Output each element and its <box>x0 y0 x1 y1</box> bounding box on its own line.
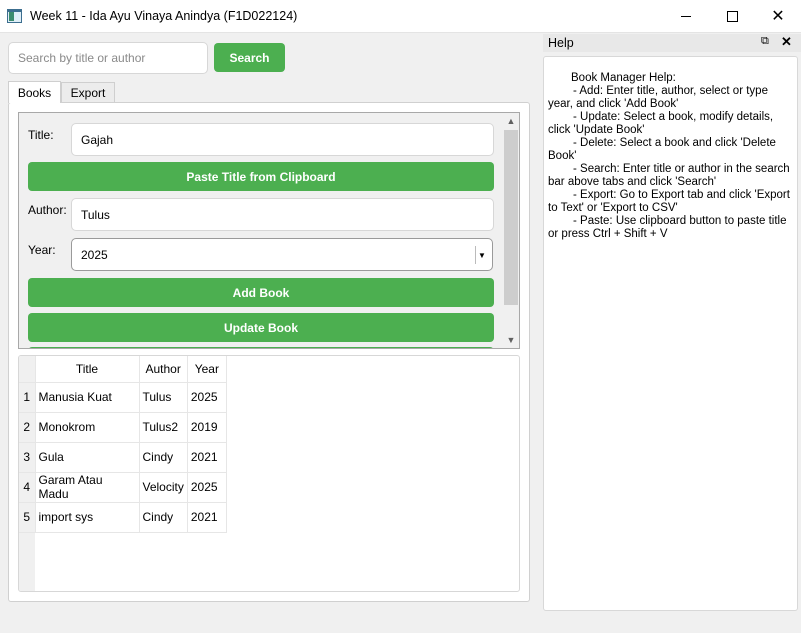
add-book-button[interactable]: Add Book <box>28 278 494 307</box>
help-line: - Add: Enter title, author, select or ty… <box>548 85 768 110</box>
app-icon <box>7 9 22 23</box>
form-scrollbar[interactable]: ▲ ▼ <box>503 113 519 348</box>
minimize-button[interactable] <box>663 0 709 33</box>
update-book-button[interactable]: Update Book <box>28 313 494 342</box>
cell-title[interactable]: Manusia Kuat <box>35 382 140 413</box>
help-line: - Search: Enter title or author in the s… <box>548 163 790 188</box>
table-row[interactable]: 1 Manusia Kuat Tulus 2025 <box>19 382 227 413</box>
cell-title[interactable]: Gula <box>35 442 140 473</box>
cell-year[interactable]: 2021 <box>187 502 227 533</box>
year-select[interactable]: 2025 ▼ <box>71 238 493 271</box>
help-line: Book Manager Help: <box>571 72 676 84</box>
scroll-up-icon[interactable]: ▲ <box>503 113 519 129</box>
close-dock-icon[interactable]: ✕ <box>781 34 792 50</box>
table-row[interactable]: 3 Gula Cindy 2021 <box>19 442 227 473</box>
cell-author[interactable]: Tulus <box>139 382 188 413</box>
tab-export[interactable]: Export <box>61 82 115 103</box>
cell-author[interactable]: Cindy <box>139 502 188 533</box>
book-form-scroll-area[interactable]: Title: Gajah Paste Title from Clipboard … <box>18 112 520 349</box>
title-bar: Week 11 - Ida Ayu Vinaya Anindya (F1D022… <box>0 0 801 33</box>
author-label: Author: <box>28 203 67 217</box>
search-input[interactable] <box>8 42 208 74</box>
maximize-button[interactable] <box>709 0 755 33</box>
help-line: - Delete: Select a book and click 'Delet… <box>548 137 776 162</box>
paste-title-button[interactable]: Paste Title from Clipboard <box>28 162 494 191</box>
table-corner[interactable] <box>19 356 36 383</box>
help-line: - Export: Go to Export tab and click 'Ex… <box>548 189 790 214</box>
help-line: - Update: Select a book, modify details,… <box>548 111 774 136</box>
maximize-icon <box>726 11 738 22</box>
cell-title[interactable]: import sys <box>35 502 140 533</box>
cell-year[interactable]: 2021 <box>187 442 227 473</box>
row-number[interactable]: 2 <box>19 412 36 443</box>
row-number[interactable]: 1 <box>19 382 36 413</box>
row-number[interactable]: 3 <box>19 442 36 473</box>
delete-book-button-partial[interactable] <box>28 347 494 348</box>
dropdown-arrow-icon[interactable]: ▼ <box>475 246 488 264</box>
column-header-author[interactable]: Author <box>139 356 188 383</box>
table-row[interactable]: 4 Garam Atau Madu Velocity 2025 <box>19 472 227 503</box>
table-row[interactable]: 2 Monokrom Tulus2 2019 <box>19 412 227 443</box>
table-row[interactable]: 5 import sys Cindy 2021 <box>19 502 227 533</box>
cell-title[interactable]: Garam Atau Madu <box>35 472 140 503</box>
scroll-down-icon[interactable]: ▼ <box>503 332 519 348</box>
year-label: Year: <box>28 243 56 257</box>
scroll-thumb[interactable] <box>504 130 518 305</box>
help-dock-title: Help <box>548 36 574 50</box>
cell-year[interactable]: 2025 <box>187 472 227 503</box>
title-field[interactable]: Gajah <box>71 123 494 156</box>
books-table[interactable]: Title Author Year 1 Manusia Kuat Tulus 2… <box>18 355 520 592</box>
column-header-year[interactable]: Year <box>187 356 227 383</box>
author-field[interactable]: Tulus <box>71 198 494 231</box>
cell-title[interactable]: Monokrom <box>35 412 140 443</box>
cell-author[interactable]: Cindy <box>139 442 188 473</box>
cell-author[interactable]: Tulus2 <box>139 412 188 443</box>
title-label: Title: <box>28 128 54 142</box>
help-line: - Paste: Use clipboard button to paste t… <box>548 215 787 240</box>
year-value: 2025 <box>81 247 108 262</box>
window-title: Week 11 - Ida Ayu Vinaya Anindya (F1D022… <box>30 9 298 23</box>
cell-year[interactable]: 2019 <box>187 412 227 443</box>
tab-books[interactable]: Books <box>8 81 61 103</box>
row-number[interactable]: 5 <box>19 502 36 533</box>
minimize-icon <box>681 16 691 17</box>
help-dock-header: Help ⧉ ✕ <box>543 34 801 52</box>
help-text-panel: Book Manager Help: - Add: Enter title, a… <box>543 56 798 611</box>
column-header-title[interactable]: Title <box>35 356 140 383</box>
close-icon: ✕ <box>771 7 785 25</box>
cell-year[interactable]: 2025 <box>187 382 227 413</box>
close-button[interactable]: ✕ <box>755 0 801 33</box>
float-window-icon[interactable]: ⧉ <box>761 35 769 48</box>
row-number[interactable]: 4 <box>19 472 36 503</box>
search-button[interactable]: Search <box>214 43 285 72</box>
cell-author[interactable]: Velocity <box>139 472 188 503</box>
